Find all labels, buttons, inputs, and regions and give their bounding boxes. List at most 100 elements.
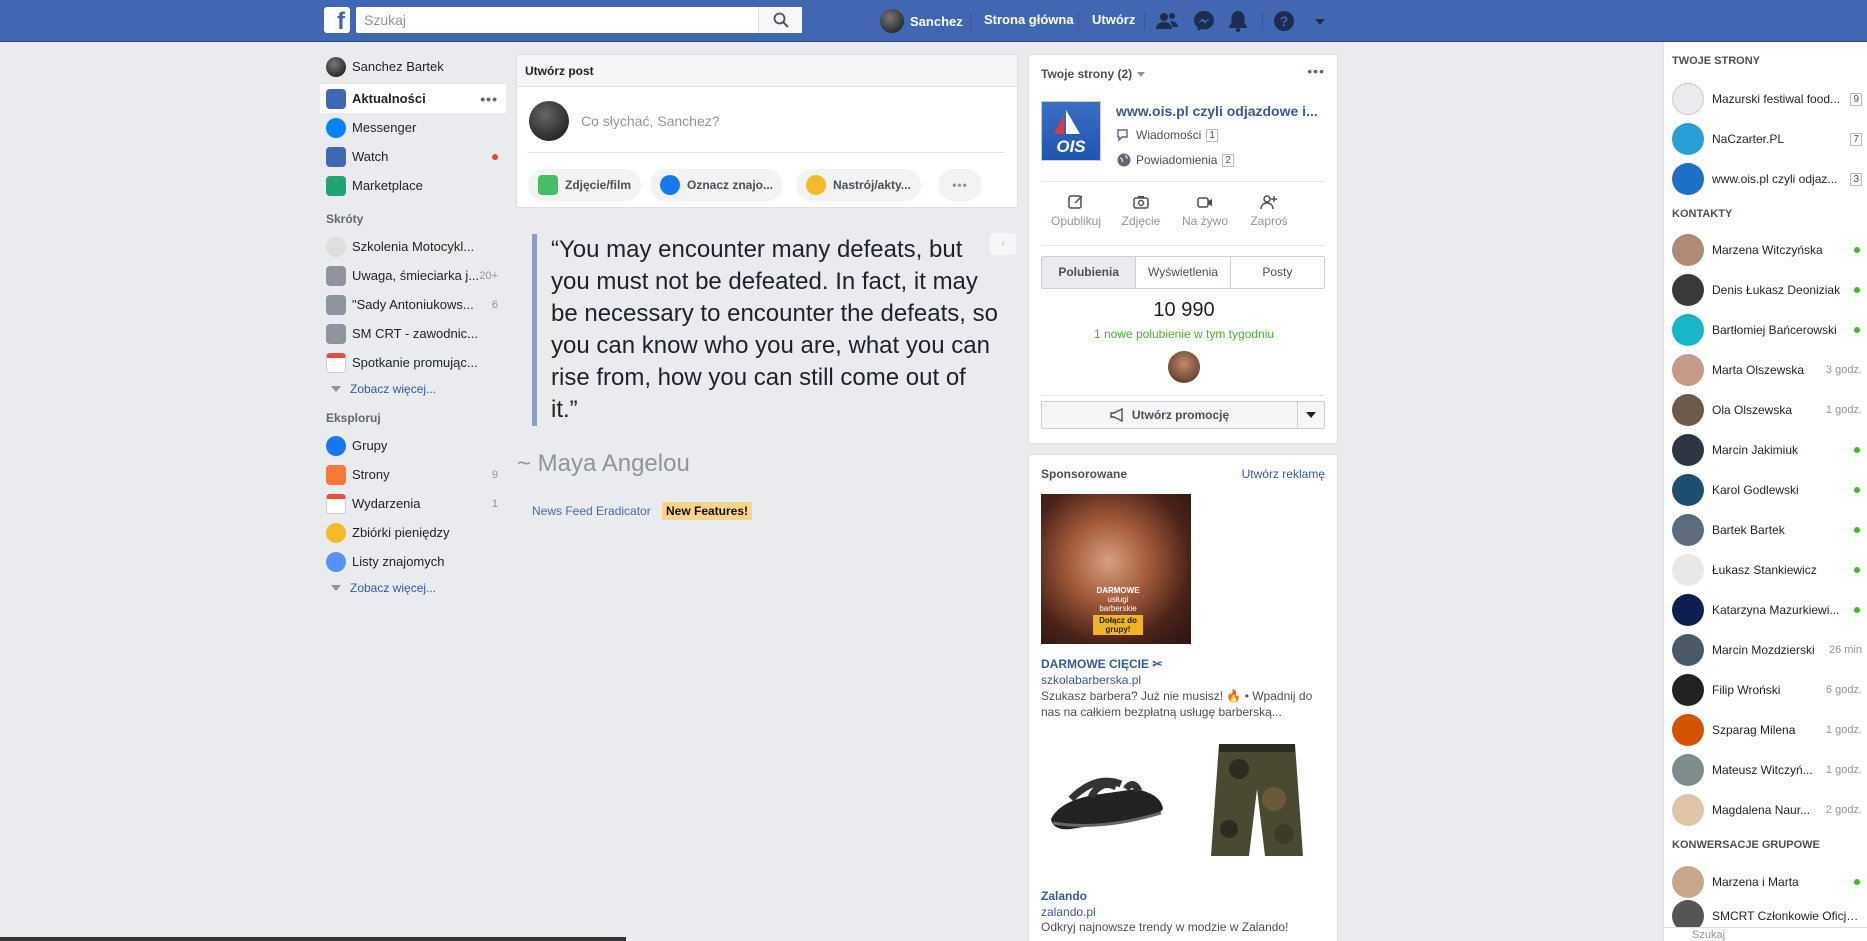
help-icon[interactable]: ? bbox=[1272, 9, 1296, 33]
horizontal-scrollbar[interactable] bbox=[0, 937, 626, 941]
create-ad-link[interactable]: Utwórz reklamę bbox=[1242, 467, 1325, 481]
feeling-activity-button[interactable]: Nastrój/akty... bbox=[796, 169, 921, 201]
notifications-icon[interactable] bbox=[1226, 9, 1250, 33]
new-features-badge[interactable]: New Features! bbox=[662, 502, 753, 520]
sidebar-item-label: Marketplace bbox=[352, 178, 423, 193]
sidebar-item-label: SM CRT - zawodnic... bbox=[352, 326, 478, 341]
chevron-down-icon[interactable] bbox=[1308, 9, 1332, 33]
contact-item[interactable]: Denis Łukasz Deoniziak bbox=[1672, 270, 1862, 310]
tab-likes[interactable]: Polubienia bbox=[1042, 257, 1137, 288]
contact-item[interactable]: Ola Olszewska 1 godz. bbox=[1672, 390, 1862, 430]
sidebar-item-watch[interactable]: Watch bbox=[320, 142, 506, 171]
tag-friends-button[interactable]: Oznacz znajo... bbox=[650, 169, 784, 201]
messenger-icon[interactable] bbox=[1192, 9, 1216, 33]
contact-item[interactable]: Katarzyna Mazurkiewi... bbox=[1672, 590, 1862, 630]
page-notifications-link[interactable]: Powiadomienia 2 bbox=[1116, 152, 1234, 168]
news-feed-eradicator-link[interactable]: News Feed Eradicator bbox=[532, 504, 651, 518]
page-item[interactable]: NaCzarter.PL 7 bbox=[1672, 119, 1862, 159]
shortcut-item[interactable]: SM CRT - zawodnic... bbox=[320, 319, 506, 348]
contact-item[interactable]: Mateusz Witczyń... 1 godz. bbox=[1672, 750, 1862, 790]
more-options-button[interactable]: ••• bbox=[938, 169, 982, 201]
shortcut-item[interactable]: Szkolenia Motocykl... bbox=[320, 232, 506, 261]
more-options-icon[interactable]: ••• bbox=[1307, 63, 1325, 79]
contact-name: Marcin Mozdzierski bbox=[1712, 643, 1815, 657]
contact-name: Mateusz Witczyń... bbox=[1712, 763, 1813, 777]
page-name: Mazurski festiwal food... bbox=[1712, 92, 1841, 106]
contact-item[interactable]: Marta Olszewska 3 godz. bbox=[1672, 350, 1862, 390]
sidebar-item-marketplace[interactable]: Marketplace bbox=[320, 171, 506, 200]
contact-item[interactable]: Marzena Witczyńska bbox=[1672, 230, 1862, 270]
sidebar-item-label: "Sady Antoniukows... bbox=[352, 297, 474, 312]
sidebar-item-fundraisers[interactable]: Zbiórki pieniędzy bbox=[320, 518, 506, 547]
contact-item[interactable]: Karol Godlewski bbox=[1672, 470, 1862, 510]
contact-item[interactable]: Filip Wroński 6 godz. bbox=[1672, 670, 1862, 710]
sidebar-item-events[interactable]: Wydarzenia 1 bbox=[320, 489, 506, 518]
page-item[interactable]: Mazurski festiwal food... 9 bbox=[1672, 79, 1862, 119]
sidebar-item-messenger[interactable]: Messenger bbox=[320, 113, 506, 142]
profile-link[interactable]: Sanchez bbox=[880, 8, 963, 34]
friend-requests-icon[interactable] bbox=[1155, 9, 1179, 33]
home-link[interactable]: Strona główna bbox=[984, 12, 1074, 27]
smiley-icon bbox=[806, 175, 826, 195]
count-badge: 6 bbox=[491, 298, 498, 311]
contact-item[interactable]: Bartłomiej Bańcerowski bbox=[1672, 310, 1862, 350]
contact-item[interactable]: Szparag Milena 1 godz. bbox=[1672, 710, 1862, 750]
sidebar-item-news-feed[interactable]: Aktualności ••• bbox=[320, 84, 506, 113]
tab-posts[interactable]: Posty bbox=[1231, 257, 1324, 288]
page-item[interactable]: www.ois.pl czyli odjaz... 3 bbox=[1672, 159, 1862, 199]
photo-button[interactable]: Zdjęcie bbox=[1111, 193, 1171, 228]
see-more-explore-link[interactable]: Zobacz więcej... bbox=[320, 576, 506, 600]
ad-domain[interactable]: zalando.pl bbox=[1041, 905, 1096, 919]
more-options-icon[interactable]: ••• bbox=[480, 91, 498, 107]
live-button[interactable]: Na żywo bbox=[1175, 193, 1235, 228]
sponsored-title: Sponsorowane bbox=[1041, 467, 1128, 481]
ad-title[interactable]: DARMOWE CIĘCIE ✂ bbox=[1041, 657, 1162, 671]
composer-input[interactable]: Co słychać, Sanchez? bbox=[581, 113, 720, 129]
svg-text:OIS: OIS bbox=[1056, 137, 1086, 156]
ad-domain[interactable]: szkolabarberska.pl bbox=[1041, 673, 1141, 687]
profile-shortcut[interactable]: Sanchez Bartek bbox=[320, 52, 506, 81]
ad-title[interactable]: Zalando bbox=[1041, 889, 1087, 903]
chat-search-input[interactable]: Szukaj bbox=[1664, 927, 1867, 941]
avatar[interactable] bbox=[1168, 351, 1200, 383]
your-pages-dropdown[interactable]: Twoje strony (2) bbox=[1041, 67, 1146, 81]
promote-button-group: Utwórz promocję bbox=[1041, 401, 1325, 429]
camera-icon bbox=[1133, 196, 1149, 209]
sidebar-item-friend-lists[interactable]: Listy znajomych bbox=[320, 547, 506, 576]
search-button[interactable] bbox=[758, 7, 802, 33]
contact-item[interactable]: Łukasz Stankiewicz bbox=[1672, 550, 1862, 590]
page-name-link[interactable]: www.ois.pl czyli odjazdowe i... bbox=[1116, 103, 1318, 119]
shortcut-item[interactable]: Uwaga, śmieciarka j... 20+ bbox=[320, 261, 506, 290]
page-messages-link[interactable]: Wiadomości 1 bbox=[1116, 127, 1218, 143]
online-status-dot bbox=[1854, 567, 1860, 573]
create-promotion-button[interactable]: Utwórz promocję bbox=[1042, 402, 1298, 428]
invite-button[interactable]: Zaproś bbox=[1239, 193, 1299, 228]
shortcut-item[interactable]: "Sady Antoniukows... 6 bbox=[320, 290, 506, 319]
sidebar-item-groups[interactable]: Grupy bbox=[320, 431, 506, 460]
sidebar-item-pages[interactable]: Strony 9 bbox=[320, 460, 506, 489]
create-link[interactable]: Utwórz bbox=[1092, 12, 1135, 27]
contact-item[interactable]: Bartek Bartek bbox=[1672, 510, 1862, 550]
calendar-icon bbox=[326, 352, 346, 373]
sidebar-item-label: Uwaga, śmieciarka j... bbox=[352, 268, 480, 283]
ad-image-barber[interactable]: DARMOWE usługi barberskie Dołącz do grup… bbox=[1041, 494, 1191, 644]
promotion-dropdown-button[interactable] bbox=[1298, 402, 1324, 428]
composer-title: Utwórz post bbox=[517, 55, 1017, 87]
contact-item[interactable]: Marcin Jakimiuk bbox=[1672, 430, 1862, 470]
tab-views[interactable]: Wyświetlenia bbox=[1136, 257, 1231, 288]
shortcut-item[interactable]: Spotkanie promując... bbox=[320, 348, 506, 377]
facebook-logo-icon[interactable]: f bbox=[324, 7, 350, 33]
top-bar: f Szukaj Sanchez Strona główna Utwórz ? bbox=[0, 0, 1867, 42]
contact-item[interactable]: Magdalena Naur... 2 godz. bbox=[1672, 790, 1862, 830]
ad-image-shorts[interactable] bbox=[1189, 739, 1325, 863]
photo-video-button[interactable]: Zdjęcie/film bbox=[528, 169, 642, 201]
location-pin-icon bbox=[1672, 83, 1704, 115]
marketplace-icon bbox=[326, 175, 346, 196]
page-logo[interactable]: OIS bbox=[1041, 101, 1101, 161]
see-more-shortcuts-link[interactable]: Zobacz więcej... bbox=[320, 377, 506, 401]
publish-button[interactable]: Opublikuj bbox=[1041, 193, 1111, 228]
contact-item[interactable]: Marcin Mozdzierski 26 min bbox=[1672, 630, 1862, 670]
search-input[interactable]: Szukaj bbox=[356, 7, 802, 33]
ad-image-sandal[interactable] bbox=[1041, 739, 1177, 863]
likes-count: 10 990 bbox=[1153, 299, 1215, 321]
